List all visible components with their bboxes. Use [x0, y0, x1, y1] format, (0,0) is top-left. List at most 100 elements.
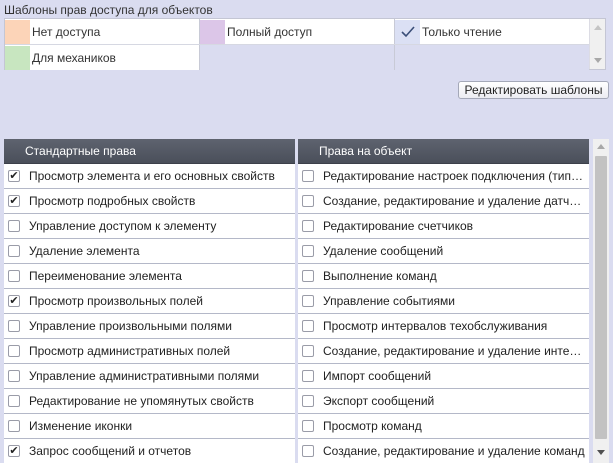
checkbox-checked[interactable]: ✔ — [8, 195, 20, 207]
permission-row[interactable]: Переименование элемента — [4, 264, 295, 289]
checkbox-unchecked[interactable] — [302, 445, 314, 457]
permission-label: Удаление сообщений — [323, 244, 444, 258]
permission-row[interactable]: Создание, редактирование и удаление инте… — [298, 339, 589, 364]
checkbox-unchecked[interactable] — [302, 370, 314, 382]
permission-row[interactable]: Просмотр интервалов техобслуживания — [298, 314, 589, 339]
permission-row[interactable]: ✔ Просмотр произвольных полей — [4, 289, 295, 314]
permission-row[interactable]: Удаление сообщений — [298, 239, 589, 264]
scroll-up-arrow-icon[interactable] — [597, 144, 605, 149]
checkbox-unchecked[interactable] — [302, 345, 314, 357]
permission-label: Удаление элемента — [29, 244, 140, 258]
edit-templates-button[interactable]: Редактировать шаблоны — [458, 81, 609, 99]
permission-row[interactable]: Импорт сообщений — [298, 364, 589, 389]
template-item[interactable]: Для механиков — [5, 45, 200, 70]
permission-row[interactable]: ✔ Запрос сообщений и отчетов — [4, 439, 295, 463]
template-empty-cell — [200, 45, 395, 70]
checkbox-unchecked[interactable] — [8, 220, 20, 232]
permission-row[interactable]: Изменение иконки — [4, 414, 295, 439]
permission-label: Переименование элемента — [29, 269, 182, 283]
template-label: Для механиков — [32, 50, 116, 65]
permission-label: Выполнение команд — [323, 269, 437, 283]
templates-grid: Нет доступа Полный доступ Только чтение Для… — [5, 19, 590, 70]
checkbox-unchecked[interactable] — [302, 420, 314, 432]
checkbox-unchecked[interactable] — [8, 370, 20, 382]
scroll-down-arrow-icon[interactable] — [597, 450, 605, 455]
checkbox-checked[interactable]: ✔ — [8, 170, 20, 182]
templates-section-title: Шаблоны прав доступа для объектов — [4, 3, 213, 17]
template-color-swatch — [395, 19, 420, 44]
template-label: Только чтение — [422, 24, 502, 39]
permission-row[interactable]: ✔ Просмотр подробных свойств — [4, 189, 295, 214]
checkbox-unchecked[interactable] — [8, 320, 20, 332]
permission-row[interactable]: Редактирование не упомянутых свойств — [4, 389, 295, 414]
template-color-swatch — [5, 45, 30, 70]
standard-rights-column: Стандартные права ✔ Просмотр элемента и е… — [4, 139, 295, 463]
template-item[interactable]: Нет доступа — [5, 19, 200, 44]
checkbox-unchecked[interactable] — [302, 220, 314, 232]
permission-label: Редактирование счетчиков — [323, 219, 474, 233]
permission-label: Управление административными полями — [29, 369, 260, 383]
permission-label: Экспорт сообщений — [323, 394, 435, 408]
template-empty-cell — [395, 45, 590, 70]
permission-row[interactable]: ✔ Просмотр элемента и его основных свойст… — [4, 164, 295, 189]
permission-label: Просмотр подробных свойств — [29, 194, 196, 208]
permission-label: Просмотр команд — [323, 419, 422, 433]
checkbox-unchecked[interactable] — [302, 195, 314, 207]
checkbox-unchecked[interactable] — [302, 320, 314, 332]
standard-rights-list: ✔ Просмотр элемента и его основных свойст… — [4, 164, 295, 463]
checkbox-unchecked[interactable] — [302, 295, 314, 307]
scroll-up-arrow-icon[interactable] — [594, 25, 602, 30]
template-row: Для механиков — [5, 44, 590, 70]
checkbox-unchecked[interactable] — [8, 420, 20, 432]
permission-row[interactable]: Управление доступом к элементу — [4, 214, 295, 239]
object-rights-header[interactable]: Права на объект — [298, 139, 589, 164]
standard-rights-header-label: Стандартные права — [25, 144, 136, 158]
checkbox-checked[interactable]: ✔ — [8, 295, 20, 307]
object-rights-header-label: Права на объект — [319, 144, 413, 158]
rights-scrollbar[interactable] — [593, 139, 609, 463]
permission-label: Управление произвольными полями — [29, 319, 232, 333]
object-rights-list: Редактирование настроек подключения (тип… — [298, 164, 589, 463]
permission-label: Редактирование настроек подключения (тип… — [323, 169, 587, 183]
template-color-swatch — [200, 19, 225, 44]
checkbox-unchecked[interactable] — [8, 270, 20, 282]
permission-row[interactable]: Редактирование счетчиков — [298, 214, 589, 239]
checkbox-unchecked[interactable] — [302, 170, 314, 182]
permission-label: Создание, редактирование и удаление кома… — [323, 444, 585, 458]
checkbox-checked[interactable]: ✔ — [8, 445, 20, 457]
permission-row[interactable]: Просмотр административных полей — [4, 339, 295, 364]
checkbox-unchecked[interactable] — [8, 395, 20, 407]
template-item[interactable]: Только чтение — [395, 19, 590, 44]
permission-row[interactable]: Экспорт сообщений — [298, 389, 589, 414]
checkbox-unchecked[interactable] — [8, 245, 20, 257]
permission-row[interactable]: Просмотр команд — [298, 414, 589, 439]
checkbox-unchecked[interactable] — [8, 345, 20, 357]
permission-row[interactable]: Управление произвольными полями — [4, 314, 295, 339]
permission-label: Просмотр элемента и его основных свойств — [29, 169, 275, 183]
permission-row[interactable]: Удаление элемента — [4, 239, 295, 264]
permission-label: Создание, редактирование и удаление инте… — [323, 344, 582, 358]
permission-label: Просмотр произвольных полей — [29, 294, 203, 308]
templates-scrollbar[interactable] — [589, 19, 605, 69]
checkbox-unchecked[interactable] — [302, 270, 314, 282]
checkbox-unchecked[interactable] — [302, 245, 314, 257]
template-item[interactable]: Полный доступ — [200, 19, 395, 44]
permission-row[interactable]: Редактирование настроек подключения (тип… — [298, 164, 589, 189]
template-label: Нет доступа — [32, 24, 101, 39]
permission-row[interactable]: Создание, редактирование и удаление кома… — [298, 439, 589, 463]
permission-row[interactable]: Создание, редактирование и удаление датч… — [298, 189, 589, 214]
template-color-swatch — [5, 19, 30, 44]
permission-label: Управление доступом к элементу — [29, 219, 217, 233]
permission-row[interactable]: Управление административными полями — [4, 364, 295, 389]
rights-table: Стандартные права ✔ Просмотр элемента и е… — [4, 139, 593, 463]
permission-label: Изменение иконки — [29, 419, 133, 433]
checkbox-unchecked[interactable] — [302, 395, 314, 407]
permission-label: Редактирование не упомянутых свойств — [29, 394, 254, 408]
scrollbar-thumb[interactable] — [595, 156, 607, 439]
permission-label: Создание, редактирование и удаление датч… — [323, 194, 582, 208]
permission-label: Импорт сообщений — [323, 369, 432, 383]
standard-rights-header[interactable]: Стандартные права — [4, 139, 295, 164]
permission-row[interactable]: Управление событиями — [298, 289, 589, 314]
scroll-down-arrow-icon[interactable] — [594, 58, 602, 63]
permission-row[interactable]: Выполнение команд — [298, 264, 589, 289]
